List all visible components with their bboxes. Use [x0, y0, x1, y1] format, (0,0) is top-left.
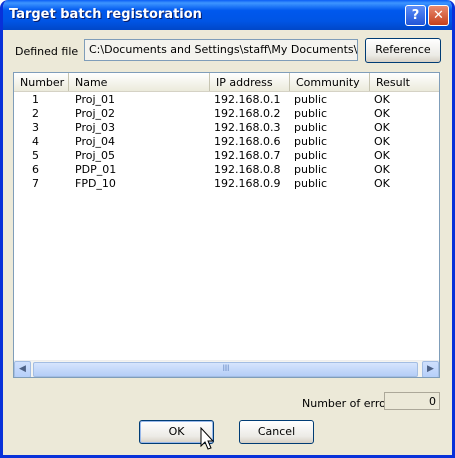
row-community: public — [294, 177, 328, 190]
row-name: Proj_04 — [75, 135, 116, 148]
row-number: 4 — [32, 135, 39, 148]
table-row[interactable]: 4 Proj_04 192.168.0.6 public OK — [14, 135, 439, 149]
row-number: 7 — [32, 177, 39, 190]
row-result: OK — [374, 121, 390, 134]
table-row[interactable]: 5 Proj_05 192.168.0.7 public OK — [14, 149, 439, 163]
row-community: public — [294, 107, 328, 120]
horizontal-scrollbar[interactable]: ◀ IIII ▶ — [14, 360, 439, 377]
column-header-number[interactable]: Number — [14, 73, 69, 91]
row-result: OK — [374, 93, 390, 106]
table-row[interactable]: 6 PDP_01 192.168.0.8 public OK — [14, 163, 439, 177]
column-header-community[interactable]: Community — [290, 73, 370, 91]
row-result: OK — [374, 149, 390, 162]
table-row[interactable]: 1 Proj_01 192.168.0.1 public OK — [14, 93, 439, 107]
table-row[interactable]: 7 FPD_10 192.168.0.9 public OK — [14, 177, 439, 191]
cancel-button[interactable]: Cancel — [239, 420, 314, 444]
help-icon[interactable]: ? — [405, 5, 426, 26]
row-name: FPD_10 — [75, 177, 116, 190]
row-community: public — [294, 163, 328, 176]
row-community: public — [294, 93, 328, 106]
row-name: PDP_01 — [75, 163, 117, 176]
error-count-field: 0 — [384, 392, 440, 410]
column-header-result[interactable]: Result — [370, 73, 439, 91]
row-ip: 192.168.0.8 — [214, 163, 281, 176]
row-result: OK — [374, 163, 390, 176]
scroll-left-icon[interactable]: ◀ — [14, 361, 31, 377]
mouse-cursor-icon — [200, 427, 215, 450]
list-rows: 1 Proj_01 192.168.0.1 public OK 2 Proj_0… — [14, 93, 439, 191]
list-header: Number Name IP address Community Result — [14, 73, 439, 92]
scroll-right-icon[interactable]: ▶ — [422, 361, 439, 377]
table-row[interactable]: 3 Proj_03 192.168.0.3 public OK — [14, 121, 439, 135]
window-title: Target batch registoration — [9, 7, 202, 22]
title-bar[interactable]: Target batch registoration ? ✕ — [3, 0, 452, 30]
row-ip: 192.168.0.2 — [214, 107, 281, 120]
row-ip: 192.168.0.3 — [214, 121, 281, 134]
close-icon[interactable]: ✕ — [428, 5, 449, 26]
table-row[interactable]: 2 Proj_02 192.168.0.2 public OK — [14, 107, 439, 121]
defined-file-label: Defined file — [15, 45, 79, 58]
row-ip: 192.168.0.7 — [214, 149, 281, 162]
row-result: OK — [374, 135, 390, 148]
row-number: 6 — [32, 163, 39, 176]
reference-button[interactable]: Reference — [365, 38, 441, 63]
column-header-ip-address[interactable]: IP address — [210, 73, 290, 91]
error-count-label: Number of error — [302, 397, 391, 410]
row-number: 1 — [32, 93, 39, 106]
column-header-name[interactable]: Name — [69, 73, 210, 91]
row-result: OK — [374, 177, 390, 190]
row-name: Proj_05 — [75, 149, 116, 162]
scroll-thumb[interactable]: IIII — [33, 362, 418, 377]
row-name: Proj_01 — [75, 93, 116, 106]
row-community: public — [294, 149, 328, 162]
row-ip: 192.168.0.9 — [214, 177, 281, 190]
row-name: Proj_02 — [75, 107, 116, 120]
row-name: Proj_03 — [75, 121, 116, 134]
row-community: public — [294, 135, 328, 148]
row-number: 3 — [32, 121, 39, 134]
defined-file-field[interactable]: C:\Documents and Settings\staff\My Docum… — [84, 39, 358, 61]
row-ip: 192.168.0.6 — [214, 135, 281, 148]
row-result: OK — [374, 107, 390, 120]
row-ip: 192.168.0.1 — [214, 93, 281, 106]
row-community: public — [294, 121, 328, 134]
row-number: 5 — [32, 149, 39, 162]
row-number: 2 — [32, 107, 39, 120]
target-list[interactable]: Number Name IP address Community Result … — [13, 72, 440, 378]
